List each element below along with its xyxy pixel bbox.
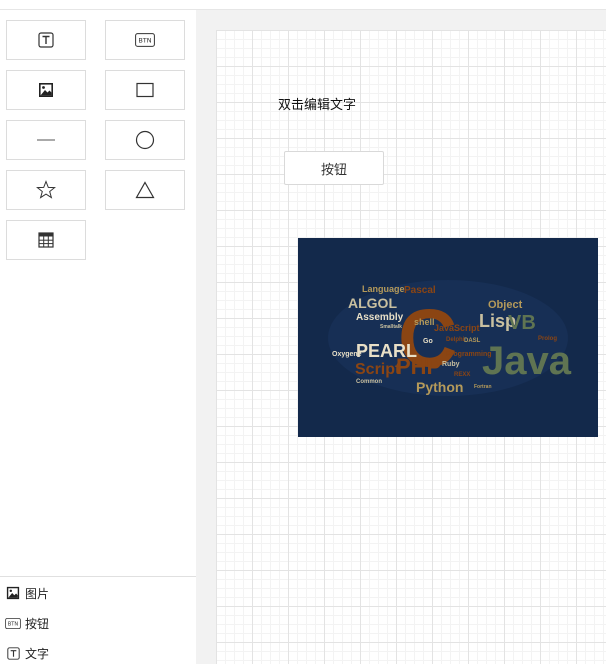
layer-item-label: 按钮 (25, 616, 50, 631)
layer-item-image[interactable]: 图片 (5, 583, 49, 603)
word-cloud-image: C Java PHP PEARL Lisp VB ALGOL Script Py… (328, 280, 572, 396)
star-tool-button[interactable] (6, 170, 86, 210)
circle-tool-button[interactable] (105, 120, 185, 160)
circle-icon (135, 130, 155, 150)
image-icon (5, 586, 21, 600)
triangle-tool-button[interactable] (105, 170, 185, 210)
word-cloud-word: Go (423, 338, 433, 345)
word-cloud-word: REXX (454, 372, 470, 378)
word-cloud-word: VB (508, 312, 536, 334)
image-icon (39, 83, 53, 97)
word-cloud-word: Delphi (446, 337, 465, 343)
component-toolbox: BTN (0, 10, 196, 664)
star-icon (36, 180, 56, 199)
text-icon (5, 646, 21, 660)
text-tool-button[interactable] (6, 20, 86, 60)
btn-icon: BTN (5, 616, 21, 630)
word-cloud-word: PEARL (356, 341, 417, 361)
rectangle-tool-button[interactable] (105, 70, 185, 110)
layer-item-label: 文字 (25, 646, 50, 661)
word-cloud-word: ALGOL (348, 295, 397, 311)
word-cloud-word: Pascal (404, 285, 436, 296)
triangle-icon (135, 181, 155, 199)
canvas-text-element[interactable]: 双击编辑文字 (278, 94, 356, 113)
layer-item-text[interactable]: 文字 (5, 643, 49, 663)
btn-icon: BTN (135, 33, 155, 47)
word-cloud-word: shell (414, 317, 435, 327)
svg-text:BTN: BTN (8, 621, 19, 627)
top-bar (0, 0, 606, 10)
word-cloud-word: Python (416, 379, 463, 395)
word-cloud-word: Ruby (442, 361, 460, 368)
word-cloud-word: Script (355, 361, 401, 378)
layer-item-button[interactable]: BTN 按钮 (5, 613, 49, 633)
image-tool-button[interactable] (6, 70, 86, 110)
line-icon (37, 139, 55, 141)
layer-list: 图片 BTN 按钮 文字 (0, 576, 196, 664)
button-tool-button[interactable]: BTN (105, 20, 185, 60)
word-cloud-word: Prolog (538, 336, 557, 342)
table-tool-button[interactable] (6, 220, 86, 260)
table-icon (38, 232, 54, 248)
svg-text:BTN: BTN (138, 37, 151, 45)
rectangle-icon (136, 82, 154, 98)
word-cloud-word: DASL (464, 338, 481, 344)
word-cloud-word: Object (488, 299, 523, 311)
canvas-area: 双击编辑文字 按钮 C Java PHP PEARL Lisp VB ALGOL… (196, 10, 606, 664)
design-canvas[interactable]: 双击编辑文字 按钮 C Java PHP PEARL Lisp VB ALGOL… (216, 30, 606, 664)
word-cloud-word: Fortran (474, 384, 492, 390)
word-cloud-word: Language (362, 284, 405, 294)
canvas-image-element[interactable]: C Java PHP PEARL Lisp VB ALGOL Script Py… (298, 238, 598, 437)
word-cloud-word: Oxygene (332, 351, 362, 358)
line-tool-button[interactable] (6, 120, 86, 160)
layer-item-label: 图片 (25, 586, 50, 601)
text-icon (38, 32, 54, 48)
word-cloud-word: Common (356, 379, 382, 385)
word-cloud-word: JavaScript (434, 323, 480, 333)
canvas-button-element[interactable]: 按钮 (284, 151, 384, 185)
word-cloud-word: Assembly (356, 312, 404, 323)
word-cloud-word: Java (482, 339, 572, 383)
word-cloud-word: Smalltalk (380, 324, 402, 330)
word-cloud-word: Programming (446, 351, 492, 358)
